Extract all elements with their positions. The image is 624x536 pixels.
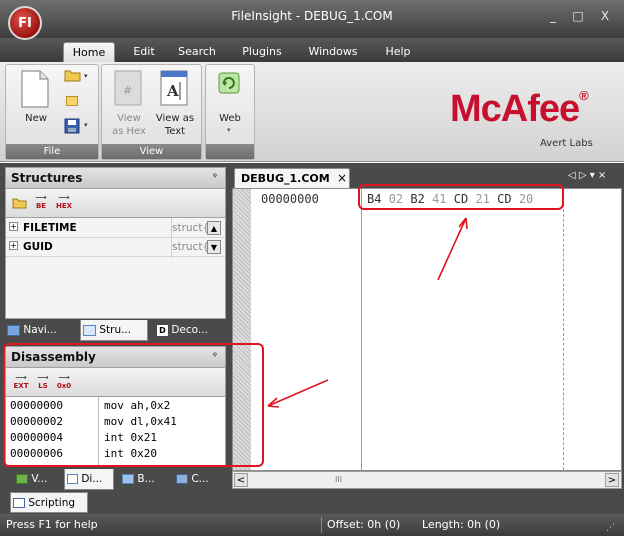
application-orb-button[interactable]: FI (8, 6, 42, 40)
annotation-arrows (267, 217, 468, 408)
annotation-arrow-left (267, 379, 329, 408)
annotation-arrow-up (437, 217, 468, 281)
